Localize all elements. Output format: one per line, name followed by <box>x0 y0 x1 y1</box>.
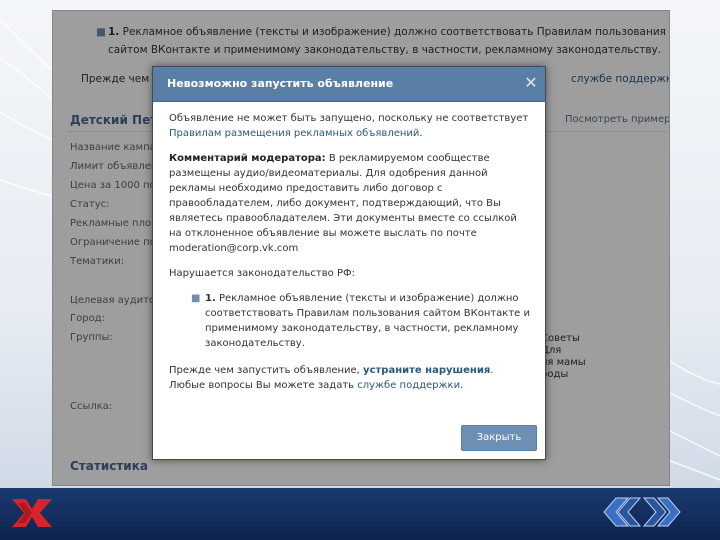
support-link[interactable]: службе поддержки <box>357 380 460 391</box>
close-button[interactable]: Закрыть <box>461 425 537 451</box>
dialog-header: Невозможно запустить объявление ✕ <box>153 67 545 102</box>
footer-end: . <box>460 380 464 391</box>
fix-violations-link[interactable]: устраните нарушения <box>363 365 490 376</box>
intro-text: Объявление не может быть запущено, поско… <box>169 113 529 124</box>
law-heading: Нарушается законодательство РФ: <box>169 268 355 279</box>
bullet-icon: ■ <box>191 293 201 304</box>
logo-x-icon <box>12 499 52 527</box>
intro-end: . <box>419 128 423 139</box>
slide-navigation <box>600 496 684 528</box>
intro-paragraph: Объявление не может быть запущено, поско… <box>169 111 531 141</box>
ad-rules-link[interactable]: Правилам размещения рекламных объявлений <box>169 128 419 139</box>
law-item-number: 1. <box>205 293 216 304</box>
previous-slide-icon[interactable] <box>600 496 642 528</box>
moderator-text: В рекламируемом сообществе размещены ауд… <box>169 153 517 254</box>
close-icon[interactable]: ✕ <box>523 75 539 91</box>
law-item-text: Рекламное объявление (тексты и изображен… <box>205 293 530 349</box>
next-slide-icon[interactable] <box>640 496 684 528</box>
dialog-title: Невозможно запустить объявление <box>167 77 394 90</box>
moderator-label: Комментарий модератора: <box>169 153 326 164</box>
law-violation-item: ■ 1. Рекламное объявление (тексты и изоб… <box>191 291 531 351</box>
footer-paragraph: Прежде чем запустить объявление, устрани… <box>169 363 531 393</box>
dialog-body: Объявление не может быть запущено, поско… <box>169 111 531 403</box>
error-dialog: Невозможно запустить объявление ✕ Объявл… <box>152 66 546 460</box>
moderator-comment: Комментарий модератора: В рекламируемом … <box>169 151 531 256</box>
footer-prefix: Прежде чем запустить объявление, <box>169 365 360 376</box>
